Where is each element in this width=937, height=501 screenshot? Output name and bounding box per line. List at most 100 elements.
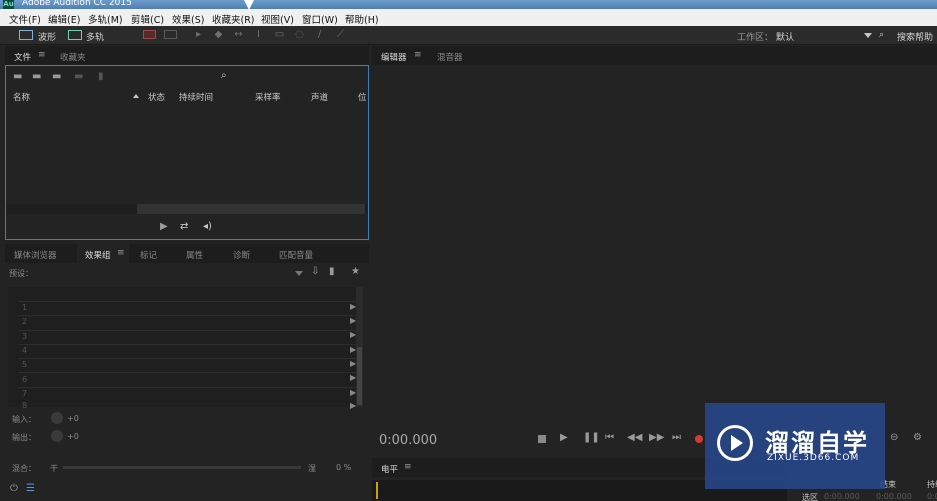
editor-panel-menu-icon[interactable]: ≡ — [414, 50, 422, 60]
preview-volume-icon[interactable]: ◂) — [203, 221, 212, 232]
levels-panel-menu-icon[interactable]: ≡ — [404, 462, 412, 472]
multitrack-button[interactable]: 多轨 — [86, 30, 104, 43]
menu-favorites[interactable]: 收藏夹(R) — [212, 12, 255, 26]
open-file-icon[interactable]: ▬ — [13, 71, 22, 82]
selection-duration-value[interactable]: 0:00 — [927, 492, 937, 501]
tab-properties[interactable]: 属性 — [186, 249, 203, 261]
menu-clip[interactable]: 剪辑(C) — [131, 12, 164, 26]
column-sample-rate[interactable]: 采样率 — [255, 91, 281, 103]
effects-slot-list: 1 2 3 4 5 6 7 8 ▶ ▶ ▶ ▶ ▶ ▶ ▶ ▶ — [8, 287, 363, 410]
menu-window[interactable]: 窗口(W) — [302, 12, 338, 26]
zoom-out-icon[interactable]: ⊖ — [890, 432, 898, 443]
workspace-select[interactable]: 默认 — [776, 30, 794, 43]
go-to-start-icon[interactable]: ⏮ — [605, 432, 614, 443]
slip-tool-icon[interactable]: ↔ — [233, 30, 244, 40]
column-duration[interactable]: 持续时间 — [179, 91, 213, 103]
import-file-icon[interactable]: ▬ — [32, 71, 41, 82]
power-toggle-icon[interactable]: ⏻ — [10, 483, 18, 494]
files-column-header: 名称 状态 持续时间 采样率 声道 位 — [5, 88, 369, 104]
tab-editor[interactable]: 编辑器 — [381, 51, 407, 63]
tab-favorites[interactable]: 收藏夹 — [60, 51, 86, 63]
watermark-play-icon — [731, 435, 743, 451]
multitrack-view-icon — [68, 30, 82, 40]
output-gain-knob[interactable] — [51, 430, 63, 442]
watermark-overlay: 溜溜自学 ZIXUE.3D66.COM — [705, 403, 885, 489]
play-icon[interactable]: ▶ — [560, 432, 568, 443]
preset-select[interactable] — [31, 266, 305, 279]
delete-preset-icon[interactable]: ▮ — [329, 266, 335, 277]
tab-effects-rack[interactable]: 效果组 — [85, 249, 111, 261]
files-search-icon[interactable]: ⌕ — [221, 70, 227, 81]
time-selection-tool-icon[interactable]: I — [253, 30, 264, 40]
menu-view[interactable]: 视图(V) — [261, 12, 294, 26]
marquee-tool-icon[interactable]: ▭ — [274, 30, 285, 40]
output-gain-value[interactable]: +0 — [67, 432, 79, 441]
new-file-icon[interactable]: ▬ — [52, 71, 61, 82]
menu-help[interactable]: 帮助(H) — [345, 12, 379, 26]
tab-mixer[interactable]: 混音器 — [437, 51, 463, 63]
workspace-dropdown-icon[interactable] — [864, 33, 872, 38]
input-gain-knob[interactable] — [51, 412, 63, 424]
spot-healing-tool-icon[interactable]: ⟋ — [335, 30, 346, 40]
move-tool-icon[interactable]: ▸ — [193, 30, 204, 40]
menu-file[interactable]: 文件(F) — [9, 12, 41, 26]
column-status[interactable]: 状态 — [148, 91, 165, 103]
fast-forward-icon[interactable]: ▶▶ — [649, 432, 664, 443]
insert-multitrack-icon[interactable]: ▬ — [74, 71, 83, 82]
tab-media-browser[interactable]: 媒体浏览器 — [14, 249, 57, 261]
search-help-input[interactable]: 搜索帮助 — [897, 30, 933, 43]
menu-effects[interactable]: 效果(S) — [172, 12, 204, 26]
mix-dry-label: 干 — [50, 464, 58, 473]
preview-play-icon[interactable]: ▶ — [160, 221, 168, 232]
brush-tool-icon[interactable]: ∕ — [314, 30, 325, 40]
tab-diagnostics[interactable]: 诊断 — [233, 249, 250, 261]
column-name[interactable]: 名称 — [13, 91, 30, 103]
sort-ascending-icon[interactable] — [133, 94, 139, 98]
effect-slot-number: 2 — [22, 317, 28, 326]
preset-dropdown-icon[interactable] — [295, 271, 303, 276]
mix-value[interactable]: 0 % — [336, 463, 351, 472]
menu-multitrack[interactable]: 多轨(M) — [88, 12, 123, 26]
selection-row-label: 选区 — [802, 493, 818, 501]
effects-scrollbar[interactable] — [356, 287, 363, 407]
favorite-star-icon[interactable]: ★ — [351, 266, 360, 277]
effect-slot-number: 4 — [22, 346, 28, 355]
files-panel-menu-icon[interactable]: ≡ — [38, 50, 46, 60]
spectral-frequency-icon[interactable] — [143, 30, 156, 39]
zoom-settings-icon[interactable]: ⚙ — [913, 432, 922, 443]
record-icon[interactable] — [695, 435, 703, 443]
files-horizontal-scrollbar[interactable] — [7, 204, 367, 214]
tab-match-volume[interactable]: 匹配音量 — [279, 249, 313, 261]
workspace-label: 工作区： — [737, 33, 774, 43]
column-channels[interactable]: 声道 — [311, 91, 328, 103]
stop-icon[interactable] — [538, 435, 546, 443]
save-preset-icon[interactable]: ⇩ — [311, 266, 319, 277]
pause-icon[interactable]: ❚❚ — [583, 432, 600, 443]
go-to-end-icon[interactable]: ⏭ — [672, 432, 681, 443]
selection-end-value[interactable]: 0:00.000 — [876, 492, 912, 501]
tab-markers[interactable]: 标记 — [140, 249, 157, 261]
rewind-icon[interactable]: ◀◀ — [627, 432, 642, 443]
waveform-button[interactable]: 波形 — [38, 30, 56, 43]
effects-list-icon[interactable]: ☰ — [26, 483, 35, 494]
mix-slider[interactable] — [63, 466, 301, 469]
tab-files[interactable]: 文件 — [14, 51, 31, 63]
razor-tool-icon[interactable]: ◆ — [213, 30, 224, 40]
files-scroll-thumb[interactable] — [137, 204, 365, 214]
effects-panel-menu-icon[interactable]: ≡ — [117, 248, 125, 258]
delete-file-icon[interactable]: ▮ — [98, 71, 104, 82]
current-time-display[interactable]: 0:00.000 — [379, 433, 437, 448]
input-gain-value[interactable]: +0 — [67, 414, 79, 423]
tab-levels[interactable]: 电平 — [381, 463, 398, 475]
selection-start-value[interactable]: 0:00.000 — [824, 492, 860, 501]
editor-panel: 编辑器 ≡ 混音器 0:00.000 ▶ ❚❚ ⏮ ◀◀ ▶▶ ⏭ ⊖ ⚙ — [372, 46, 937, 456]
mix-wet-label: 湿 — [308, 464, 316, 473]
spectral-pitch-icon[interactable] — [164, 30, 177, 39]
watermark-url: ZIXUE.3D66.COM — [767, 453, 860, 463]
effects-scroll-thumb[interactable] — [357, 347, 362, 405]
menu-bar: 文件(F) 编辑(E) 多轨(M) 剪辑(C) 效果(S) 收藏夹(R) 视图(… — [0, 9, 937, 26]
column-bit-depth[interactable]: 位 — [358, 91, 367, 103]
lasso-tool-icon[interactable]: ◌ — [294, 30, 305, 40]
preview-loop-icon[interactable]: ⇄ — [180, 221, 188, 232]
menu-edit[interactable]: 编辑(E) — [48, 12, 80, 26]
